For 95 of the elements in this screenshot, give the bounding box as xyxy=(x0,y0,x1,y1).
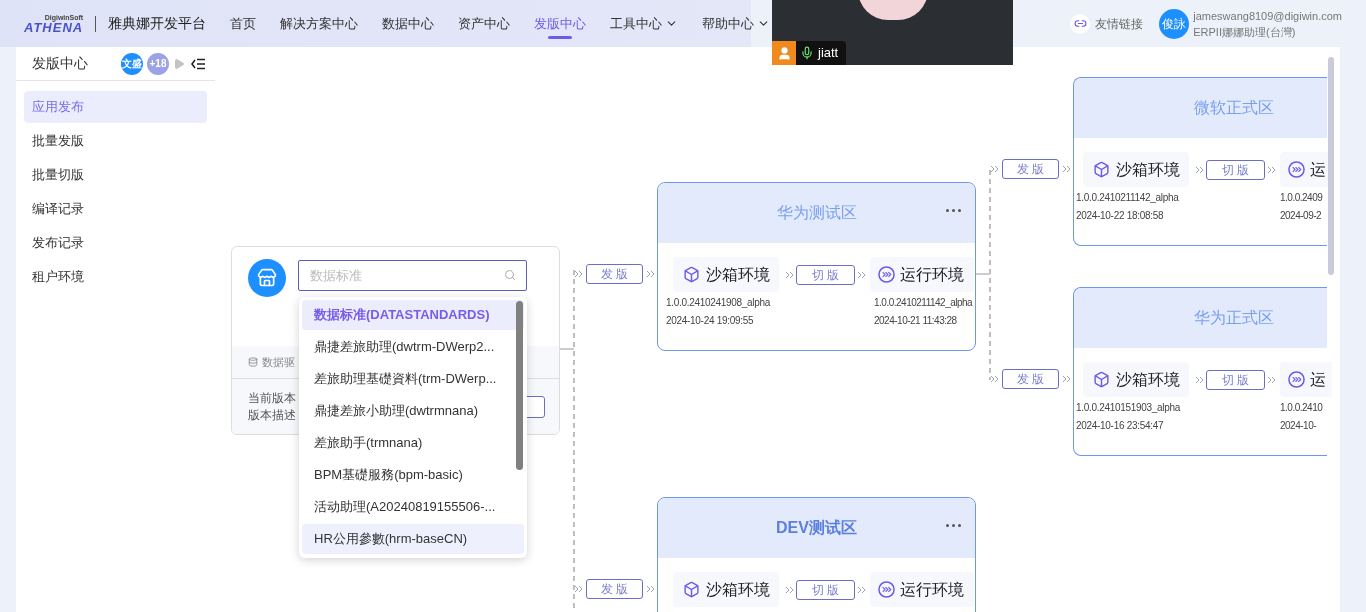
dropdown-option[interactable]: 鼎捷差旅小助理(dwtrmnana) xyxy=(302,396,524,426)
data-source-label: 数据驱 xyxy=(262,354,295,370)
sidebar-item[interactable]: 批量发版 xyxy=(24,125,207,157)
cube-icon xyxy=(1093,161,1110,178)
nav-tab[interactable]: 解决方案中心 xyxy=(268,0,371,47)
double-chevron-icon xyxy=(857,270,866,279)
user-role: ERPII娜娜助理(台灣) xyxy=(1193,24,1297,40)
switch-version-button[interactable]: 切 版 xyxy=(1206,159,1265,180)
double-chevron-icon xyxy=(1195,375,1204,384)
timestamp-text: 2024-10-16 23:54:47 xyxy=(1076,419,1165,433)
version-text: 1.0.0.2410211142_alpha xyxy=(1076,191,1180,205)
timestamp-text: 2024-10-21 11:43:28 xyxy=(874,314,958,328)
runtime-environment-chip[interactable]: 运行环境 xyxy=(870,257,974,292)
double-chevron-icon xyxy=(646,585,655,593)
double-chevron-icon xyxy=(1267,375,1276,384)
double-chevron-icon xyxy=(1267,165,1276,174)
publish-button[interactable]: 发 版 xyxy=(586,264,643,284)
dropdown-option[interactable]: 活动助理(A20240819155506-... xyxy=(302,492,524,522)
publish-button[interactable]: 发 版 xyxy=(586,579,643,599)
dropdown-option[interactable]: BPM基礎服務(bpm-basic) xyxy=(302,460,524,490)
more-icon[interactable] xyxy=(946,524,961,527)
dropdown-option[interactable]: 鼎捷差旅助理(dwtrm-DWerp2... xyxy=(302,332,524,362)
timestamp-text: 2024-10-22 18:08:58 xyxy=(1076,209,1165,223)
cube-icon xyxy=(1093,371,1110,388)
search-icon xyxy=(504,269,516,281)
version-text: 1.0.0.2410 xyxy=(1280,401,1324,415)
nav-tab[interactable]: 发版中心 xyxy=(522,0,599,47)
cube-icon xyxy=(683,581,700,598)
collapse-menu-icon[interactable] xyxy=(191,57,205,70)
scrollbar-thumb[interactable] xyxy=(516,301,523,470)
version-text: 1.0.0.2410211142_alpha xyxy=(874,296,974,310)
nav-tab[interactable]: 资产中心 xyxy=(446,0,523,47)
double-chevron-icon xyxy=(857,585,866,594)
double-chevron-icon xyxy=(785,585,794,594)
version-text: 1.0.0.2410241908_alpha xyxy=(666,296,772,310)
more-icon[interactable] xyxy=(946,209,961,212)
forward-circle-icon xyxy=(878,266,895,283)
publish-button[interactable]: 发 版 xyxy=(1002,159,1059,179)
user-email: jameswang8109@digiwin.com xyxy=(1193,8,1342,24)
sandbox-environment-chip[interactable]: 沙箱环境 xyxy=(1083,362,1189,397)
forward-circle-icon xyxy=(878,581,895,598)
nav-tab[interactable]: 工具中心 xyxy=(598,0,691,47)
nav-tab[interactable]: 首页 xyxy=(218,0,269,47)
double-chevron-icon xyxy=(574,270,583,278)
sidebar-item[interactable]: 租户环境 xyxy=(24,261,207,293)
double-chevron-icon xyxy=(1195,165,1204,174)
forward-circle-icon xyxy=(1288,371,1305,388)
timestamp-text: 2024-10-24 19:09:55 xyxy=(666,314,755,328)
version-text: 1.0.0.2409 xyxy=(1280,191,1324,205)
node-title: 微软正式区 xyxy=(1193,98,1274,118)
sandbox-environment-chip[interactable]: 沙箱环境 xyxy=(1083,152,1189,187)
double-chevron-icon xyxy=(646,270,655,278)
double-chevron-icon xyxy=(990,165,999,173)
switch-version-button[interactable]: 切 版 xyxy=(796,579,855,600)
timestamp-text: 2024-10- xyxy=(1280,419,1318,433)
double-chevron-icon xyxy=(990,375,999,383)
dropdown-option[interactable]: 差旅助理基礎資料(trm-DWerp... xyxy=(302,364,524,394)
microphone-icon xyxy=(800,46,814,60)
sidebar-item[interactable]: 发布记录 xyxy=(24,227,207,259)
switch-version-button[interactable]: 切 版 xyxy=(796,264,855,285)
double-chevron-icon xyxy=(785,270,794,279)
sandbox-environment-chip[interactable]: 沙箱环境 xyxy=(673,572,779,607)
node-title: 华为测试区 xyxy=(776,203,857,223)
publish-button[interactable]: 发 版 xyxy=(1002,369,1059,389)
dropdown-option[interactable]: 差旅助手(trmnana) xyxy=(302,428,524,458)
double-chevron-icon xyxy=(1062,165,1071,173)
runtime-environment-chip[interactable]: 运 xyxy=(1280,362,1332,397)
database-icon xyxy=(248,357,258,367)
platform-title: 雅典娜开发平台 xyxy=(108,14,207,33)
forward-circle-icon xyxy=(1288,161,1305,178)
store-icon xyxy=(248,259,286,297)
version-text: 1.0.0.2410151903_alpha xyxy=(1076,401,1182,415)
participant-name: jiatt xyxy=(818,44,839,63)
friend-link[interactable]: 友情链接 xyxy=(1070,13,1144,34)
nav-tab[interactable]: 数据中心 xyxy=(370,0,447,47)
switch-version-button[interactable]: 切 版 xyxy=(1206,369,1265,390)
scrollbar-thumb[interactable] xyxy=(1328,57,1334,275)
dropdown-option[interactable]: 数据标准(DATASTANDARDS) xyxy=(302,300,524,330)
sidebar-item[interactable]: 应用发布 xyxy=(24,91,207,123)
sidebar-item[interactable]: 批量切版 xyxy=(24,159,207,191)
runtime-environment-chip[interactable]: 运行环境 xyxy=(870,572,974,607)
double-chevron-icon xyxy=(574,585,583,593)
dropdown-option[interactable]: HR公用參數(hrm-baseCN) xyxy=(302,524,524,554)
double-chevron-icon xyxy=(1062,375,1071,383)
node-title: DEV测试区 xyxy=(776,518,857,538)
node-title: 华为正式区 xyxy=(1193,308,1274,328)
search-field[interactable]: 数据标准 xyxy=(298,260,527,291)
version-description-label: 版本描述 xyxy=(248,406,296,424)
current-version-label: 当前版本 xyxy=(248,389,296,407)
sidebar-item[interactable]: 编译记录 xyxy=(24,193,207,225)
sandbox-environment-chip[interactable]: 沙箱环境 xyxy=(673,257,779,292)
cube-icon xyxy=(683,266,700,283)
timestamp-text: 2024-09-2 xyxy=(1280,209,1323,223)
sidebar-title: 发版中心 xyxy=(32,54,89,73)
link-icon xyxy=(1070,13,1091,34)
